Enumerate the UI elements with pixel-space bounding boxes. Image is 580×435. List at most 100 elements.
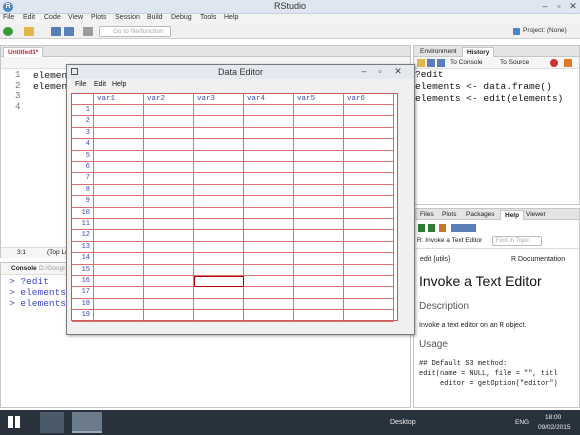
column-header[interactable]: var5 [294, 94, 344, 105]
code-line[interactable]: elemen [33, 70, 67, 81]
data-cell[interactable] [344, 276, 394, 288]
menu-session[interactable]: Session [115, 14, 140, 21]
data-cell[interactable] [344, 184, 394, 197]
data-cell[interactable] [94, 207, 144, 219]
data-cell[interactable] [344, 253, 394, 265]
data-cell[interactable] [94, 287, 144, 299]
data-cell[interactable] [294, 139, 344, 151]
data-cell[interactable] [344, 264, 394, 276]
data-cell[interactable] [144, 219, 194, 231]
row-header[interactable]: 1 [72, 105, 94, 117]
data-cell[interactable] [344, 196, 394, 208]
data-cell[interactable] [144, 173, 194, 185]
data-cell[interactable] [94, 219, 144, 231]
tab-viewer[interactable]: Viewer [522, 210, 550, 220]
data-cell[interactable] [144, 105, 194, 117]
data-cell[interactable] [244, 196, 294, 208]
history-line[interactable]: elements <- edit(elements) [415, 93, 563, 104]
data-cell[interactable] [244, 139, 294, 151]
data-cell[interactable] [344, 241, 394, 254]
data-cell[interactable] [294, 241, 344, 254]
data-cell[interactable] [94, 298, 144, 311]
data-cell[interactable] [344, 173, 394, 185]
data-cell[interactable] [244, 150, 294, 162]
data-cell[interactable] [144, 150, 194, 162]
data-cell[interactable] [144, 287, 194, 299]
data-cell[interactable] [94, 253, 144, 265]
data-cell[interactable] [194, 207, 244, 219]
data-cell[interactable] [344, 162, 394, 174]
language-indicator[interactable]: ENG [515, 419, 529, 426]
row-header[interactable]: 3 [72, 127, 94, 140]
data-cell[interactable] [94, 173, 144, 185]
menu-build[interactable]: Build [147, 14, 163, 21]
data-cell[interactable] [244, 241, 294, 254]
data-cell[interactable] [244, 116, 294, 128]
data-cell[interactable] [144, 276, 194, 288]
data-cell[interactable] [94, 162, 144, 174]
data-cell[interactable] [194, 253, 244, 265]
row-header[interactable]: 17 [72, 287, 94, 299]
data-cell[interactable] [344, 139, 394, 151]
data-cell[interactable] [344, 287, 394, 299]
history-line[interactable]: elements <- data.frame() [415, 81, 552, 92]
data-cell[interactable] [194, 116, 244, 128]
to-console-button[interactable]: To Console [450, 59, 483, 66]
data-cell[interactable] [194, 310, 244, 322]
data-cell[interactable] [194, 287, 244, 299]
row-header[interactable]: 13 [72, 241, 94, 254]
data-cell[interactable] [244, 276, 294, 288]
row-header[interactable]: 18 [72, 298, 94, 311]
tab-plots[interactable]: Plots [438, 210, 460, 220]
data-cell[interactable] [344, 310, 394, 322]
data-cell[interactable] [144, 162, 194, 174]
data-editor-minimize[interactable]: – [357, 65, 371, 78]
row-header[interactable]: 15 [72, 264, 94, 276]
column-header[interactable]: var6 [344, 94, 394, 105]
data-cell[interactable] [344, 105, 394, 117]
data-cell[interactable] [194, 241, 244, 254]
row-header[interactable]: 2 [72, 116, 94, 128]
data-editor-close[interactable]: ✕ [391, 65, 405, 78]
row-header[interactable]: 4 [72, 139, 94, 151]
print-icon[interactable] [83, 27, 93, 36]
row-header[interactable]: 8 [72, 184, 94, 197]
data-cell[interactable] [294, 207, 344, 219]
data-cell[interactable] [244, 105, 294, 117]
data-cell[interactable] [194, 127, 244, 140]
data-cell[interactable] [194, 139, 244, 151]
data-cell[interactable] [244, 184, 294, 197]
row-header[interactable]: 14 [72, 253, 94, 265]
new-file-icon[interactable] [3, 27, 13, 36]
data-cell[interactable] [144, 116, 194, 128]
data-cell[interactable] [144, 298, 194, 311]
data-cell[interactable] [244, 173, 294, 185]
data-cell[interactable] [94, 105, 144, 117]
data-cell[interactable] [194, 219, 244, 231]
data-cell[interactable] [244, 230, 294, 242]
data-cell[interactable] [344, 116, 394, 128]
open-folder-icon[interactable] [24, 27, 34, 36]
de-menu-edit[interactable]: Edit [94, 81, 106, 88]
topic-select[interactable]: R: Invoke a Text Editor [417, 237, 482, 244]
history-toolbar-icons[interactable] [417, 59, 445, 67]
clock-date[interactable]: 09/02/2015 [538, 424, 571, 431]
data-cell[interactable] [344, 219, 394, 231]
data-cell[interactable] [294, 162, 344, 174]
row-header[interactable]: 7 [72, 173, 94, 185]
data-cell[interactable] [344, 150, 394, 162]
console-tab[interactable]: Console [11, 265, 37, 272]
data-cell[interactable] [94, 196, 144, 208]
data-cell[interactable] [94, 230, 144, 242]
data-cell[interactable] [144, 127, 194, 140]
goto-file-input[interactable]: Go to file/function [99, 26, 171, 37]
data-cell[interactable] [244, 162, 294, 174]
taskbar-app-rstudio[interactable] [72, 412, 102, 433]
menu-edit[interactable]: Edit [23, 14, 35, 21]
data-cell[interactable] [194, 162, 244, 174]
data-cell[interactable] [144, 241, 194, 254]
clock-time[interactable]: 18:00 [545, 414, 561, 421]
minimize-button[interactable]: – [538, 0, 552, 13]
data-cell[interactable] [344, 207, 394, 219]
data-editor-maximize[interactable]: ▫ [373, 65, 387, 78]
